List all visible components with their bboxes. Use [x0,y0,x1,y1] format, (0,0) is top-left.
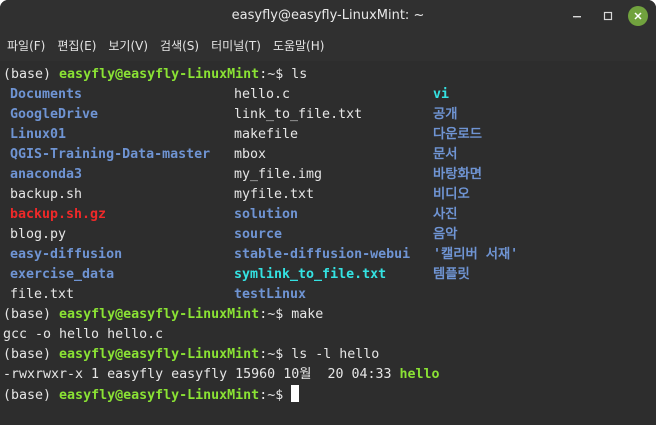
ls-entry: 문서 [433,147,458,162]
terminal-output[interactable]: (base) easyfly@easyfly-LinuxMint:~$ ls D… [0,61,656,425]
text-cursor [291,385,300,402]
ls-entry: 사진 [433,207,458,222]
prompt-line: (base) easyfly@easyfly-LinuxMint:~$ [3,385,656,405]
maximize-icon[interactable] [598,6,618,26]
menu-terminal[interactable]: 터미널(T) [211,32,261,61]
prompt-path: :~$ [259,67,292,82]
ls-entry: file.txt [10,287,75,302]
ls-row: Linux01 makefile 다운로드 [3,125,656,145]
ls-entry: link_to_file.txt [234,107,363,122]
ls-entry: GoogleDrive [10,107,99,122]
ls-entry: my_file.img [234,167,323,182]
ls-row: GoogleDrive link_to_file.txt 공개 [3,105,656,125]
window-title: easyfly@easyfly-LinuxMint: ~ [231,8,425,23]
prompt-line: (base) easyfly@easyfly-LinuxMint:~$ make [3,305,656,325]
prompt-env: (base) [3,347,60,362]
ls-row: blog.py source 음악 [3,225,656,245]
minimize-icon[interactable] [567,6,587,26]
prompt-path: :~$ [259,388,292,403]
ls-entry: QGIS-Training-Data-master [10,147,211,162]
ls-entry: solution [234,207,299,222]
ls-entry: backup.sh [10,187,83,202]
ls-entry: stable-diffusion-webui [234,247,411,262]
menu-help[interactable]: 도움말(H) [273,32,325,61]
ls-entry: hello.c [234,87,291,102]
menu-edit[interactable]: 편집(E) [57,32,96,61]
ls-row: easy-diffusion stable-diffusion-webui '캘리버… [3,245,656,265]
prompt-env: (base) [3,307,60,322]
ls-entry: myfile.txt [234,187,315,202]
ls-entry: 음악 [433,227,458,242]
output-line: gcc -o hello hello.c [3,327,164,342]
ls-entry: 다운로드 [433,127,482,142]
ls-entry: exercise_data [10,267,115,282]
prompt-env: (base) [3,388,60,403]
file-details: -rwxrwxr-x 1 easyfly easyfly 15960 10월 2… [3,367,400,382]
ls-entry: symlink_to_file.txt [234,267,387,282]
ls-entry: Documents [10,87,83,102]
terminal-window: easyfly@easyfly-LinuxMint: ~ 파일(F) 편집(E)… [0,0,656,425]
menu-search[interactable]: 검색(S) [160,32,199,61]
ls-entry: Linux01 [10,127,67,142]
ls-entry: easy-diffusion [10,247,123,262]
title-bar[interactable]: easyfly@easyfly-LinuxMint: ~ [0,0,656,32]
ls-row: backup.sh myfile.txt 비디오 [3,185,656,205]
prompt-line: (base) easyfly@easyfly-LinuxMint:~$ ls -… [3,345,656,365]
ls-row: Documents hello.c vi [3,85,656,105]
menu-file[interactable]: 파일(F) [7,32,45,61]
prompt-line: (base) easyfly@easyfly-LinuxMint:~$ ls [3,65,656,85]
output-line: -rwxrwxr-x 1 easyfly easyfly 15960 10월 2… [3,365,656,385]
ls-entry: anaconda3 [10,167,83,182]
ls-entry: 공개 [433,107,458,122]
ls-entry: 바탕화면 [433,167,482,182]
ls-entry: vi [433,87,450,102]
prompt-env: (base) [3,67,60,82]
ls-row: exercise_data symlink_to_file.txt 템플릿 [3,265,656,285]
prompt-user: easyfly@easyfly-LinuxMint [59,307,260,322]
command-text: make [291,307,324,322]
ls-row: QGIS-Training-Data-master mbox 문서 [3,145,656,165]
command-text: ls -l hello [291,347,380,362]
ls-entry: makefile [234,127,299,142]
prompt-user: easyfly@easyfly-LinuxMint [59,67,260,82]
menu-view[interactable]: 보기(V) [108,32,148,61]
ls-entry: 비디오 [433,187,470,202]
ls-entry: source [234,227,283,242]
ls-entry: backup.sh.gz [10,207,107,222]
ls-entry: '캘리버 서재' [433,247,519,262]
ls-listing: Documents hello.c vi GoogleDrive link_to_fil… [3,85,656,305]
ls-row: file.txt testLinux [3,285,656,305]
ls-entry: 템플릿 [433,267,470,282]
prompt-path: :~$ [259,347,292,362]
file-name: hello [399,367,440,382]
ls-entry: blog.py [10,227,67,242]
prompt-path: :~$ [259,307,292,322]
prompt-user: easyfly@easyfly-LinuxMint [59,388,260,403]
menu-bar: 파일(F) 편집(E) 보기(V) 검색(S) 터미널(T) 도움말(H) [0,32,656,61]
ls-entry: testLinux [234,287,307,302]
command-text: ls [291,67,308,82]
ls-entry: mbox [234,147,267,162]
close-icon[interactable] [628,6,648,26]
prompt-user: easyfly@easyfly-LinuxMint [59,347,260,362]
ls-row: anaconda3 my_file.img 바탕화면 [3,165,656,185]
ls-row: backup.sh.gz solution 사진 [3,205,656,225]
